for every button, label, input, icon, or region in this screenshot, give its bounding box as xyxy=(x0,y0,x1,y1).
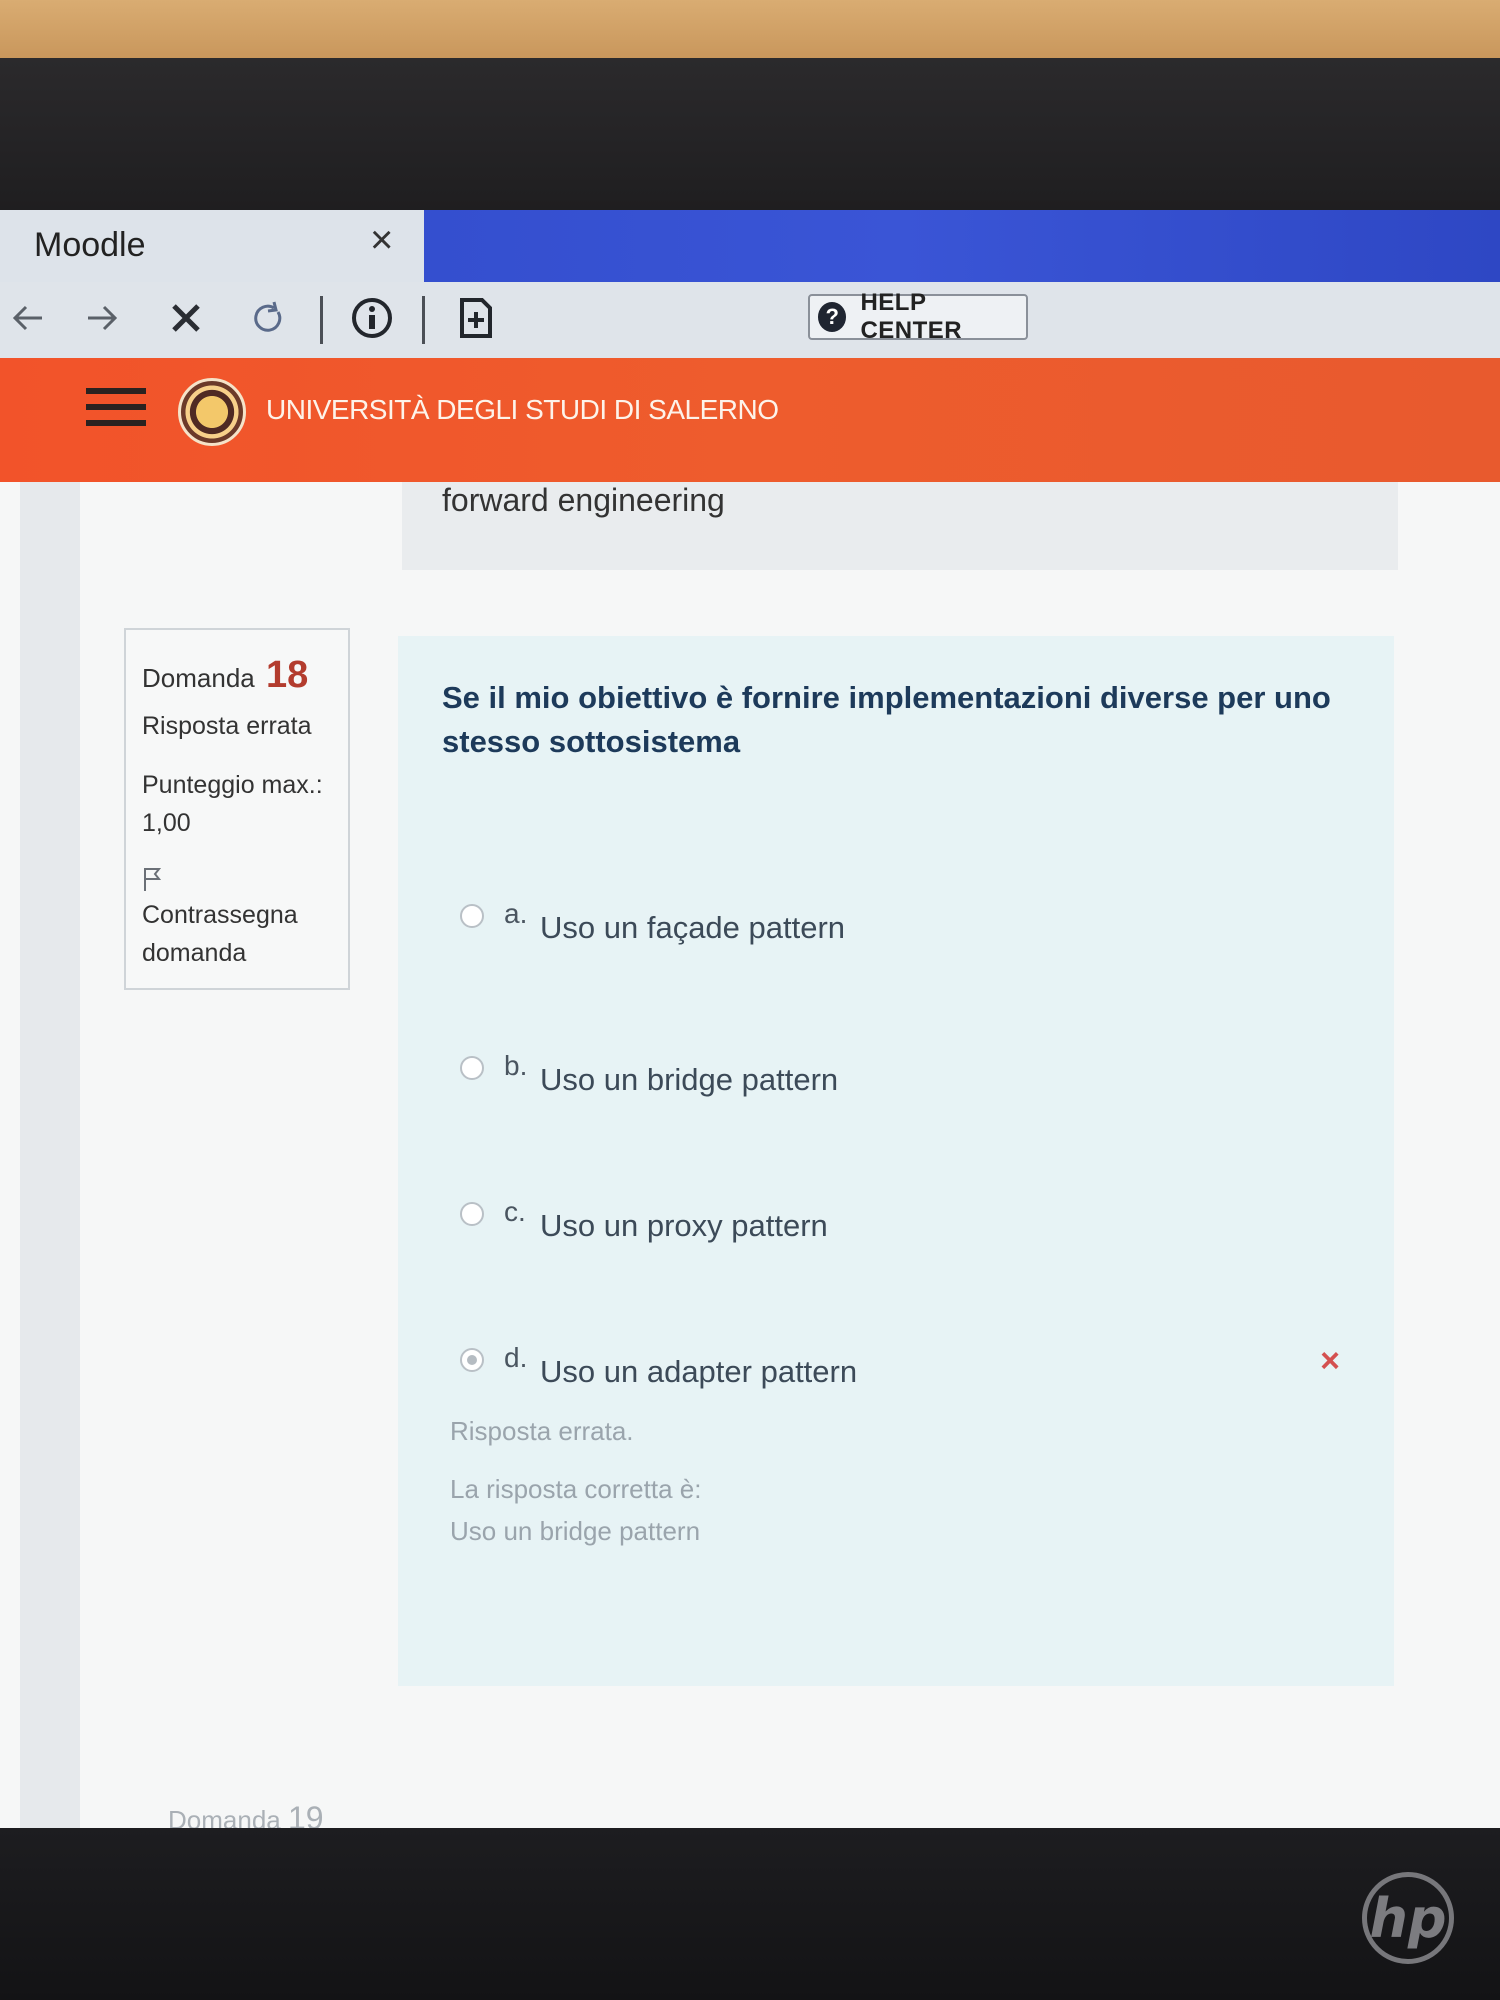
hp-logo-icon: hp xyxy=(1362,1872,1454,1964)
question-card: Se il mio obiettivo è fornire implementa… xyxy=(398,636,1394,1686)
answer-option-c[interactable]: c. Uso un proxy pattern xyxy=(460,1196,1340,1252)
answer-option-a[interactable]: a. Uso un façade pattern xyxy=(460,898,1340,954)
question-text: Se il mio obiettivo è fornire implementa… xyxy=(442,680,1331,759)
previous-answer-text: forward engineering xyxy=(442,482,725,518)
answer-option-b[interactable]: b. Uso un bridge pattern xyxy=(460,1050,1340,1106)
university-seal-logo[interactable] xyxy=(178,378,246,446)
answer-label: Uso un façade pattern xyxy=(540,910,846,945)
incorrect-icon: × xyxy=(1320,1342,1340,1380)
question-state: Risposta errata xyxy=(142,712,312,740)
menu-icon[interactable] xyxy=(86,388,146,438)
answer-letter: c. xyxy=(504,1196,526,1227)
screen: Moodle × ? HELP CENTER UNIVERSITÀ DEGLI … xyxy=(0,210,1500,1828)
feedback-correct-answer: Uso un bridge pattern xyxy=(450,1516,701,1546)
next-question-heading: Domanda 19 xyxy=(168,1800,324,1828)
answer-letter: a. xyxy=(504,898,528,929)
radio-button[interactable] xyxy=(460,904,484,928)
question-label: Domanda xyxy=(142,663,255,693)
answer-label: Uso un adapter pattern xyxy=(540,1354,858,1389)
answer-option-d[interactable]: d. Uso un adapter pattern × xyxy=(460,1342,1340,1398)
question-number: Domanda 18 xyxy=(142,654,308,697)
radio-button[interactable] xyxy=(460,1202,484,1226)
site-header: UNIVERSITÀ DEGLI STUDI DI SALERNO xyxy=(0,358,1500,482)
new-page-icon[interactable] xyxy=(448,290,504,346)
toolbar-separator xyxy=(320,296,323,344)
wall-background xyxy=(0,0,1500,58)
help-center-button[interactable]: ? HELP CENTER xyxy=(808,289,1028,344)
browser-toolbar: ? HELP CENTER xyxy=(0,282,1500,359)
radio-button[interactable] xyxy=(460,1056,484,1080)
stop-icon[interactable] xyxy=(158,290,214,346)
feedback-correct-prefix: La risposta corretta è: xyxy=(450,1474,702,1504)
page-content: forward engineering Domanda 18 Risposta … xyxy=(0,482,1500,1828)
tab-title: Moodle xyxy=(34,226,146,264)
answer-letter: d. xyxy=(504,1342,528,1373)
tab-strip: Moodle × xyxy=(0,210,1500,282)
back-icon[interactable] xyxy=(0,290,56,346)
answer-label: Uso un bridge pattern xyxy=(540,1062,839,1097)
help-center-label: HELP CENTER xyxy=(860,289,963,344)
answer-label: Uso un proxy pattern xyxy=(540,1208,828,1243)
close-icon[interactable]: × xyxy=(370,218,393,263)
browser-tab[interactable]: Moodle × xyxy=(0,210,424,282)
monitor-bezel-top xyxy=(0,58,1500,210)
question-number-value: 18 xyxy=(265,654,309,696)
flag-icon[interactable] xyxy=(142,866,164,899)
help-icon: ? xyxy=(818,302,847,332)
question-grade: Punteggio max.: 1,00 xyxy=(142,771,323,837)
info-icon[interactable] xyxy=(344,290,400,346)
left-margin xyxy=(20,482,80,1828)
site-name[interactable]: UNIVERSITÀ DEGLI STUDI DI SALERNO xyxy=(266,394,779,426)
flag-question-link[interactable]: Contrassegna domanda xyxy=(142,896,342,972)
feedback-result: Risposta errata. xyxy=(450,1416,634,1446)
next-question-label: Domanda xyxy=(168,1805,281,1828)
radio-button-selected[interactable] xyxy=(460,1348,484,1372)
forward-icon[interactable] xyxy=(74,290,130,346)
reload-icon[interactable] xyxy=(240,290,296,346)
next-question-number: 19 xyxy=(287,1800,324,1828)
answer-letter: b. xyxy=(504,1050,528,1081)
question-info-box: Domanda 18 Risposta errata Punteggio max… xyxy=(124,628,350,990)
toolbar-separator xyxy=(422,296,425,344)
previous-question-answer: forward engineering xyxy=(402,482,1398,570)
monitor-bezel-bottom xyxy=(0,1828,1500,2000)
